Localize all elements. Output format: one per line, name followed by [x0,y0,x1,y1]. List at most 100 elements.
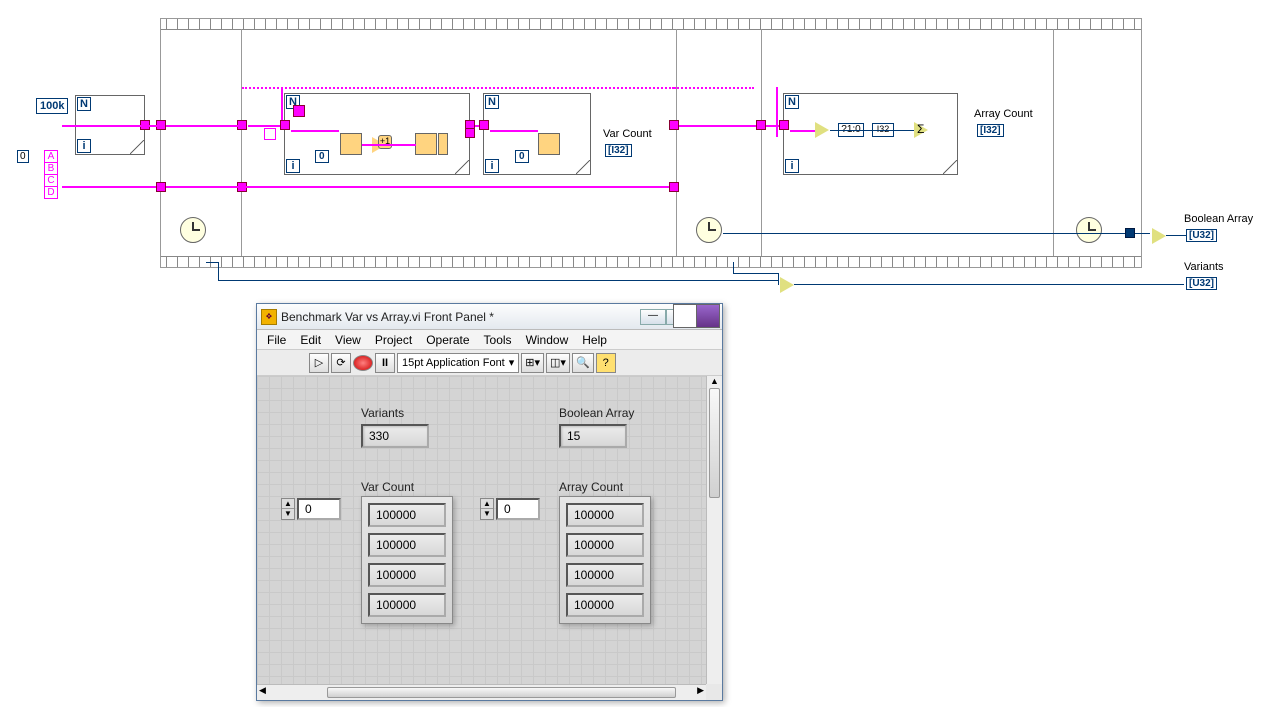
menu-tools[interactable]: Tools [478,331,518,349]
minimize-button[interactable]: — [640,309,666,325]
array-count-array: 100000 100000 100000 100000 [559,496,651,624]
wire-dotted [674,87,754,89]
window-title: Benchmark Var vs Array.vi Front Panel * [281,310,640,324]
tick-count-icon [180,217,206,243]
step-down-icon[interactable]: ▼ [282,509,294,519]
variant-get-node [538,133,560,155]
wire [362,144,416,146]
menu-operate[interactable]: Operate [420,331,475,349]
tunnel [479,120,489,130]
enum-item-d: D [44,186,58,199]
array-count-label: Array Count [974,108,1033,120]
menu-view[interactable]: View [329,331,367,349]
variant-set-node [415,133,437,155]
boolean-array-value: 15 [559,424,627,448]
run-button[interactable]: ▷ [309,353,329,373]
align-objects-button[interactable]: ⊞▾ [521,353,544,373]
var-count-cell-3: 100000 [368,593,446,617]
wire [733,273,778,274]
case-tunnel [264,128,276,140]
for-loop-inner-2: N i [483,93,591,175]
horizontal-scrollbar[interactable]: ◀ ▶ [257,684,706,700]
var-count-label: Var Count [603,128,652,140]
wire [166,186,676,188]
block-diagram: 100k 0 A B C D N i N i 0 [0,0,1277,300]
wire-dotted [242,87,674,89]
constant-zero: 0 [515,150,529,163]
constant-100k: 100k [36,98,68,114]
wire [218,262,219,280]
toolbar: ▷ ⟳ II 15pt Application Font▾ ⊞▾ ◫▾ 🔍 ? [257,350,722,376]
tick-count-icon [696,217,722,243]
help-button[interactable]: ? [596,353,616,373]
array-count-cell-1: 100000 [566,533,644,557]
wire [790,130,815,132]
wire [1166,235,1186,236]
array-count-index-spinner[interactable]: ▲▼ [480,498,494,520]
wire [830,130,914,131]
tunnel [156,182,166,192]
tunnel [156,120,166,130]
wire [62,125,157,127]
i-terminal: i [485,159,499,173]
step-down-icon[interactable]: ▼ [481,509,493,519]
for-loop-array: N i [783,93,958,175]
select-node [293,105,305,117]
n-terminal: N [785,95,799,109]
var-count-index[interactable] [297,498,341,520]
menu-help[interactable]: Help [576,331,613,349]
var-count-cell-2: 100000 [368,563,446,587]
wire [778,273,779,285]
front-panel-window: ❖ Benchmark Var vs Array.vi Front Panel … [256,303,723,701]
menu-edit[interactable]: Edit [294,331,327,349]
tunnel [1125,228,1135,238]
titlebar[interactable]: ❖ Benchmark Var vs Array.vi Front Panel … [257,304,722,330]
wire [676,125,786,127]
vertical-scrollbar[interactable]: ▲ [706,376,722,684]
i-terminal: i [77,139,91,153]
step-up-icon[interactable]: ▲ [282,499,294,509]
tunnel [465,128,475,138]
tunnel [280,120,290,130]
tunnel [669,182,679,192]
menu-bar: File Edit View Project Operate Tools Win… [257,330,722,350]
tunnel [756,120,766,130]
boolean-array-label: Boolean Array [559,406,634,420]
plus-one-node: +1 [378,135,392,149]
variants-label: Variants [361,406,429,420]
i-terminal: i [286,159,300,173]
var-count-array: 100000 100000 100000 100000 [361,496,453,624]
vi-icon: ❖ [261,309,277,325]
wire [206,262,218,263]
subtract-node-icon [1152,228,1166,244]
wire [62,186,162,188]
run-continuous-button[interactable]: ⟳ [331,353,351,373]
menu-window[interactable]: Window [520,331,575,349]
front-panel-grid[interactable]: Variants 330 Boolean Array 15 Var Count … [257,376,706,684]
n-terminal: N [485,95,499,109]
array-count-indicator: [I32] [977,124,1004,137]
wire [291,130,339,132]
search-button[interactable]: 🔍 [572,353,594,373]
step-up-icon[interactable]: ▲ [481,499,493,509]
array-count-cell-0: 100000 [566,503,644,527]
boolean-array-output: [U32] [1186,229,1217,242]
abort-button[interactable] [353,355,373,371]
menu-file[interactable]: File [261,331,292,349]
wire [218,280,778,281]
array-count-index[interactable] [496,498,540,520]
var-count-index-spinner[interactable]: ▲▼ [281,498,295,520]
constant-zero: 0 [315,150,329,163]
tick-count-icon [1076,217,1102,243]
font-selector[interactable]: 15pt Application Font▾ [397,353,519,373]
connector-pane-icon[interactable] [674,304,720,328]
pause-button[interactable]: II [375,353,395,373]
var-count-cell-0: 100000 [368,503,446,527]
subtract-node-icon [780,277,794,293]
variants-output-label: Variants [1184,261,1224,273]
n-terminal: N [77,97,91,111]
menu-project[interactable]: Project [369,331,418,349]
array-index-constant: 0 [17,150,29,163]
distribute-objects-button[interactable]: ◫▾ [546,353,570,373]
array-count-cell-3: 100000 [566,593,644,617]
